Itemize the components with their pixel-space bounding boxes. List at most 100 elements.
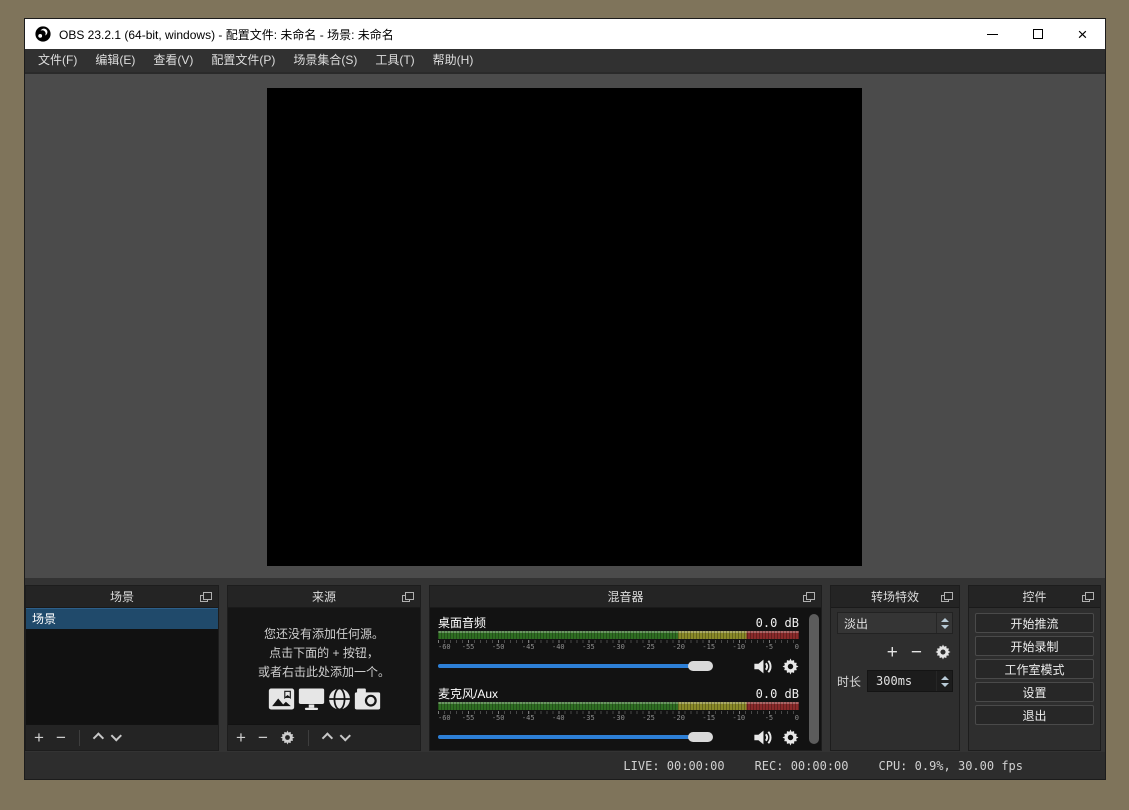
- move-scene-up-button[interactable]: [93, 734, 101, 742]
- controls-dock-titlebar: 控件: [969, 586, 1100, 608]
- add-source-button[interactable]: +: [236, 729, 246, 746]
- chevron-down-icon: [340, 730, 351, 741]
- preview-area: [25, 74, 1105, 578]
- speaker-mute-icon[interactable]: [753, 729, 773, 746]
- meter-tick-labels: -60-55-50-45-40-35-30-25-20-15-10-50: [438, 643, 799, 652]
- move-source-down-button[interactable]: [342, 734, 350, 742]
- desktop: OBS 23.2.1 (64-bit, windows) - 配置文件: 未命名…: [0, 0, 1129, 810]
- sources-toolbar: + −: [228, 724, 420, 750]
- volume-slider[interactable]: [438, 730, 744, 744]
- dock-float-icon[interactable]: [941, 592, 952, 602]
- remove-scene-button[interactable]: −: [56, 729, 66, 746]
- mixer-scrollbar[interactable]: [809, 614, 819, 744]
- speaker-mute-icon[interactable]: [753, 658, 773, 675]
- sources-dock-title: 来源: [312, 588, 336, 605]
- maximize-icon: [1033, 29, 1043, 39]
- start-recording-button[interactable]: 开始录制: [975, 636, 1094, 656]
- controls-body: 开始推流 开始录制 工作室模式 设置 退出: [969, 608, 1100, 750]
- close-button[interactable]: ×: [1060, 19, 1105, 49]
- remove-source-button[interactable]: −: [258, 729, 268, 746]
- transition-properties-gear-icon[interactable]: [935, 644, 951, 660]
- dock-float-icon[interactable]: [402, 592, 413, 602]
- scenes-dock: 场景 场景 + −: [25, 585, 219, 751]
- status-bar: LIVE: 00:00:00 REC: 00:00:00 CPU: 0.9%, …: [25, 752, 1105, 779]
- camera-icon: [354, 688, 381, 710]
- transitions-body: 淡出 + − 时长: [831, 608, 959, 750]
- mixer-dock-titlebar: 混音器: [430, 586, 821, 608]
- add-transition-button[interactable]: +: [887, 643, 898, 662]
- transitions-dock: 转场特效 淡出 + −: [830, 585, 960, 751]
- combo-arrows[interactable]: [936, 613, 952, 633]
- mixer-channel-desktop-audio: 桌面音频 0.0 dB -60-55-50-45-40-35-30-25-20-…: [438, 614, 799, 676]
- chevron-down-icon: [941, 683, 949, 687]
- settings-button[interactable]: 设置: [975, 682, 1094, 702]
- chevron-up-icon: [941, 676, 949, 680]
- dock-float-icon[interactable]: [803, 592, 814, 602]
- meter-tick-labels: -60-55-50-45-40-35-30-25-20-15-10-50: [438, 714, 799, 723]
- title-bar: OBS 23.2.1 (64-bit, windows) - 配置文件: 未命名…: [25, 19, 1105, 49]
- channel-settings-gear-icon[interactable]: [782, 729, 799, 746]
- chevron-up-icon: [93, 732, 104, 743]
- duration-label: 时长: [837, 673, 861, 690]
- dock-area: 场景 场景 + −: [25, 578, 1105, 752]
- mixer-channel-mic-aux: 麦克风/Aux 0.0 dB -60-55-50-45-40-35-30-25-…: [438, 685, 799, 747]
- globe-icon: [328, 688, 351, 710]
- menu-edit[interactable]: 编辑(E): [86, 49, 144, 72]
- obs-logo-icon: [35, 26, 51, 42]
- dock-float-icon[interactable]: [200, 592, 211, 602]
- display-icon: [298, 688, 325, 710]
- start-streaming-button[interactable]: 开始推流: [975, 613, 1094, 633]
- scenes-dock-title: 场景: [110, 588, 134, 605]
- menu-scene-collection[interactable]: 场景集合(S): [284, 49, 366, 72]
- transitions-dock-title: 转场特效: [871, 588, 919, 605]
- move-source-up-button[interactable]: [322, 734, 330, 742]
- dock-float-icon[interactable]: [1082, 592, 1093, 602]
- sources-empty-line: 或者右击此处添加一个。: [258, 663, 390, 682]
- menu-help[interactable]: 帮助(H): [424, 49, 483, 72]
- chevron-up-icon: [941, 618, 949, 622]
- minimize-button[interactable]: [970, 19, 1015, 49]
- volume-meter: [438, 702, 799, 710]
- transition-selected-value: 淡出: [838, 615, 936, 632]
- volume-slider-handle[interactable]: [688, 732, 713, 742]
- volume-slider-handle[interactable]: [688, 661, 713, 671]
- volume-slider[interactable]: [438, 659, 744, 673]
- menu-tools[interactable]: 工具(T): [366, 49, 423, 72]
- window-title: OBS 23.2.1 (64-bit, windows) - 配置文件: 未命名…: [59, 26, 394, 43]
- sources-empty-area[interactable]: 您还没有添加任何源。 点击下面的 + 按钮， 或者右击此处添加一个。: [228, 608, 420, 724]
- exit-button[interactable]: 退出: [975, 705, 1094, 725]
- preview-canvas[interactable]: [267, 88, 862, 566]
- duration-value: 300ms: [868, 674, 936, 688]
- minimize-icon: [987, 34, 998, 35]
- transition-select[interactable]: 淡出: [837, 612, 953, 634]
- channel-db-value: 0.0 dB: [756, 687, 799, 701]
- channel-db-value: 0.0 dB: [756, 616, 799, 630]
- move-scene-down-button[interactable]: [113, 734, 121, 742]
- obs-window: OBS 23.2.1 (64-bit, windows) - 配置文件: 未命名…: [24, 18, 1106, 780]
- close-icon: ×: [1078, 26, 1088, 43]
- rec-time: REC: 00:00:00: [755, 759, 849, 773]
- channel-settings-gear-icon[interactable]: [782, 658, 799, 675]
- duration-spinbox[interactable]: 300ms: [867, 670, 953, 692]
- chevron-down-icon: [941, 625, 949, 629]
- scene-list[interactable]: 场景: [26, 608, 218, 724]
- menu-profile[interactable]: 配置文件(P): [202, 49, 284, 72]
- transitions-dock-titlebar: 转场特效: [831, 586, 959, 608]
- sources-dock-titlebar: 来源: [228, 586, 420, 608]
- spinbox-arrows[interactable]: [936, 671, 952, 691]
- scene-list-item[interactable]: 场景: [26, 608, 218, 629]
- remove-transition-button[interactable]: −: [911, 643, 922, 662]
- mixer-dock: 混音器 桌面音频 0.0 dB -60-55-50-45-40-35-30-25: [429, 585, 822, 751]
- controls-dock: 控件 开始推流 开始录制 工作室模式 设置 退出: [968, 585, 1101, 751]
- live-time: LIVE: 00:00:00: [623, 759, 724, 773]
- maximize-button[interactable]: [1015, 19, 1060, 49]
- source-properties-gear-icon[interactable]: [280, 730, 295, 745]
- add-scene-button[interactable]: +: [34, 729, 44, 746]
- menu-file[interactable]: 文件(F): [29, 49, 86, 72]
- menu-view[interactable]: 查看(V): [144, 49, 202, 72]
- studio-mode-button[interactable]: 工作室模式: [975, 659, 1094, 679]
- cpu-fps: CPU: 0.9%, 30.00 fps: [879, 759, 1024, 773]
- chevron-down-icon: [111, 730, 122, 741]
- toolbar-separator: [308, 730, 309, 746]
- mixer-scrollbar-handle[interactable]: [809, 614, 819, 744]
